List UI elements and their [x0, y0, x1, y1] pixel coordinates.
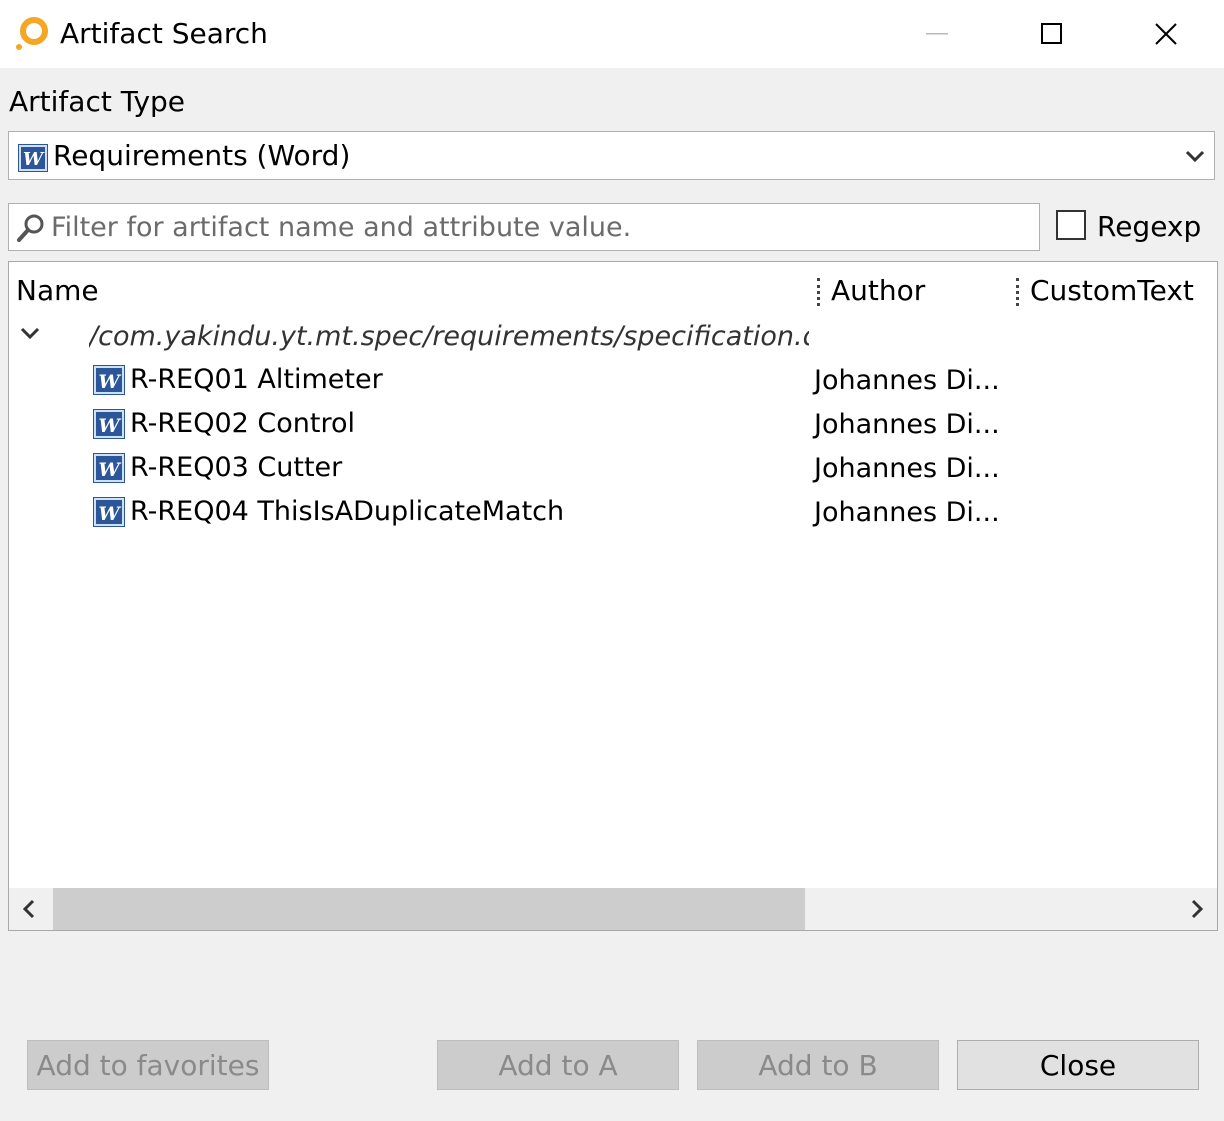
- item-name: R-REQ03 Cutter: [130, 452, 343, 483]
- artifact-type-label: Artifact Type: [9, 85, 186, 118]
- dropdown-button[interactable]: [1176, 132, 1214, 179]
- scroll-right-button[interactable]: [1177, 888, 1217, 930]
- column-separator[interactable]: [1016, 278, 1022, 306]
- item-name: R-REQ02 Control: [130, 408, 356, 439]
- filter-input[interactable]: [51, 208, 1021, 246]
- svg-text:W: W: [98, 503, 121, 525]
- chevron-down-icon[interactable]: [19, 322, 43, 346]
- scroll-left-icon: [22, 899, 35, 919]
- item-author: Johannes Di...: [814, 453, 1000, 484]
- column-header-customtext[interactable]: CustomText: [1030, 272, 1194, 310]
- svg-text:W: W: [98, 371, 121, 393]
- svg-text:W: W: [98, 459, 121, 481]
- scrollbar-thumb[interactable]: [53, 888, 805, 930]
- svg-text:W: W: [98, 415, 121, 437]
- word-icon: W: [93, 453, 125, 483]
- word-icon: W: [93, 365, 125, 395]
- regexp-label[interactable]: Regexp: [1097, 208, 1201, 246]
- column-header-author[interactable]: Author: [831, 272, 925, 310]
- item-author: Johannes Di...: [814, 497, 1000, 528]
- close-window-button[interactable]: [1108, 0, 1224, 68]
- regexp-checkbox[interactable]: [1056, 210, 1086, 240]
- maximize-button[interactable]: [994, 0, 1110, 68]
- svg-text:W: W: [23, 149, 45, 170]
- minimize-button[interactable]: [880, 0, 996, 68]
- artifact-type-value: Requirements (Word): [53, 139, 351, 172]
- item-name: R-REQ01 Altimeter: [130, 364, 383, 395]
- app-logo-icon: [16, 17, 48, 50]
- artifact-type-select[interactable]: W Requirements (Word): [8, 131, 1215, 180]
- column-separator[interactable]: [817, 278, 823, 306]
- add-to-a-button[interactable]: Add to A: [437, 1040, 679, 1090]
- minimize-icon: [926, 33, 948, 35]
- word-icon: W: [93, 409, 125, 439]
- column-header-name[interactable]: Name: [16, 272, 99, 310]
- group-path[interactable]: /com.yakindu.yt.mt.spec/requirements/spe…: [89, 317, 809, 357]
- add-to-b-button[interactable]: Add to B: [697, 1040, 939, 1090]
- add-to-favorites-button[interactable]: Add to favorites: [27, 1040, 269, 1090]
- item-author: Johannes Di...: [814, 365, 1000, 396]
- word-icon: W: [18, 144, 48, 172]
- maximize-icon: [1041, 23, 1062, 44]
- horizontal-scrollbar[interactable]: [9, 888, 1217, 930]
- results-tree[interactable]: Name Author CustomText /com.yakindu.yt.m…: [8, 261, 1218, 931]
- search-icon: [17, 214, 44, 242]
- window-title: Artifact Search: [60, 17, 268, 50]
- close-button[interactable]: Close: [957, 1040, 1199, 1090]
- filter-field[interactable]: [8, 203, 1040, 251]
- title-bar: Artifact Search: [0, 0, 1224, 68]
- item-author: Johannes Di...: [814, 409, 1000, 440]
- close-icon: [1155, 23, 1177, 45]
- scroll-right-icon: [1191, 899, 1204, 919]
- word-icon: W: [93, 497, 125, 527]
- scroll-left-button[interactable]: [9, 888, 49, 930]
- item-name: R-REQ04 ThisIsADuplicateMatch: [130, 496, 565, 527]
- chevron-down-icon: [1185, 150, 1205, 162]
